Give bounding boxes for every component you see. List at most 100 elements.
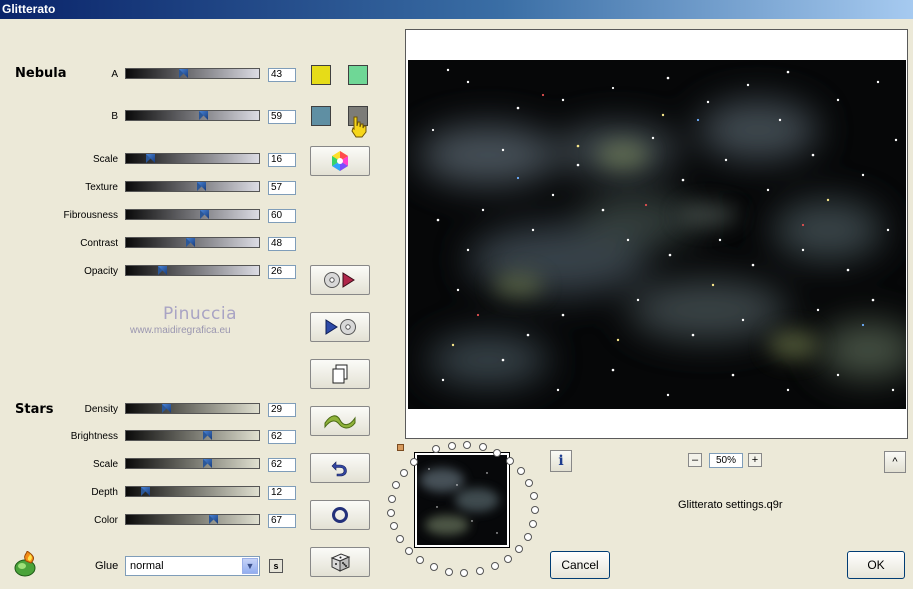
navigator-ring-dot [405,547,413,555]
caret-up-icon: ^ [892,456,898,468]
nebula-label: B [111,111,118,122]
nebula-value-input[interactable]: 57 [268,181,296,195]
save-preset-button[interactable] [310,312,370,342]
randomize-button[interactable] [310,406,370,436]
nebula-slider-thumb[interactable] [197,182,206,191]
navigator-ring-dot [479,443,487,451]
navigator-ring-dot [476,567,484,575]
glue-mode-value: normal [130,560,164,572]
navigator-ring-dot [432,445,440,453]
ok-button[interactable]: OK [847,551,905,579]
navigator-ring-dot [448,442,456,450]
stars-value-input[interactable]: 62 [268,458,296,472]
glue-mode-select[interactable]: normal ▼ [125,556,260,576]
navigator-thumbnail[interactable] [414,452,510,548]
stars-slider[interactable] [125,458,260,469]
nebula-label: A [111,69,118,80]
zoom-in-button[interactable]: + [748,453,762,467]
wave-icon [324,415,356,429]
stars-slider[interactable] [125,430,260,441]
stars-label: Scale [92,459,118,470]
nebula-slider-thumb[interactable] [199,111,208,120]
stars-slider-thumb[interactable] [203,431,212,440]
nebula-label: Opacity [84,266,118,277]
info-button[interactable]: i [550,450,572,472]
copy-settings-button[interactable] [310,359,370,389]
nebula-a-color2-swatch[interactable] [348,65,368,85]
info-icon: i [558,453,564,469]
window-title: Glitterato [2,2,56,16]
nebula-slider-thumb[interactable] [186,238,195,247]
nebula-slider[interactable] [125,68,260,79]
nebula-slider[interactable] [125,181,260,192]
nebula-slider-thumb[interactable] [200,210,209,219]
navigator-ring-dot [390,522,398,530]
ring-icon [332,507,348,523]
stars-value-input[interactable]: 62 [268,430,296,444]
stars-value-input[interactable]: 29 [268,403,296,417]
nebula-row: A 43 [0,68,300,82]
stars-slider[interactable] [125,403,260,414]
stars-slider-thumb[interactable] [209,515,218,524]
nebula-row: Fibrousness 60 [0,209,300,223]
dialog-client: Nebula A 43 B 59 Scale 16 Texture 57 Fibrousness… [0,19,913,589]
nebula-slider[interactable] [125,209,260,220]
zoom-level: 50% [709,453,743,468]
nebula-row: B 59 [0,110,300,124]
cancel-button[interactable]: Cancel [550,551,610,579]
navigator-ring-dot [387,509,395,517]
navigator-ring-dot [491,562,499,570]
navigator-ring-dot [416,556,424,564]
navigator-ring-dot [517,467,525,475]
nebula-value-input[interactable]: 59 [268,110,296,124]
reset-button[interactable] [310,500,370,530]
play-to-disc-icon [325,319,356,335]
navigator-ring-dot [460,569,468,577]
navigator-ring-dot [445,568,453,576]
chevron-down-icon[interactable]: ▼ [242,558,258,574]
nebula-slider[interactable] [125,153,260,164]
nebula-slider-thumb[interactable] [158,266,167,275]
stars-row: Depth 12 [0,486,300,500]
nebula-value-input[interactable]: 60 [268,209,296,223]
load-preset-button[interactable] [310,265,370,295]
navigator-handle[interactable] [397,444,404,451]
nebula-slider[interactable] [125,237,260,248]
preview-panel[interactable] [405,29,908,439]
nebula-a-color1-swatch[interactable] [311,65,331,85]
random-colors-button[interactable] [310,146,370,176]
watermark-url: www.maidiregrafica.eu [130,325,231,336]
navigator-ring-dot [506,457,514,465]
zoom-out-button[interactable]: – [688,453,702,467]
undo-button[interactable] [310,453,370,483]
navigator-ring-dot [430,563,438,571]
nebula-slider[interactable] [125,265,260,276]
nebula-slider-thumb[interactable] [179,69,188,78]
navigator-ring-dot [529,520,537,528]
collapse-preview-button[interactable]: ^ [884,451,906,473]
nebula-row: Contrast 48 [0,237,300,251]
nebula-value-input[interactable]: 26 [268,265,296,279]
nebula-value-input[interactable]: 43 [268,68,296,82]
stars-slider-thumb[interactable] [203,459,212,468]
navigator-ring-dot [515,545,523,553]
nebula-value-input[interactable]: 16 [268,153,296,167]
stars-slider[interactable] [125,486,260,497]
nebula-preview-image [408,60,906,409]
nebula-slider-thumb[interactable] [146,154,155,163]
nebula-label: Fibrousness [63,210,118,221]
glue-s-button[interactable]: s [269,559,283,573]
nebula-b-color1-swatch[interactable] [311,106,331,126]
stars-slider[interactable] [125,514,260,525]
stars-slider-thumb[interactable] [162,404,171,413]
nebula-label: Scale [92,154,118,165]
nebula-slider[interactable] [125,110,260,121]
nebula-value-input[interactable]: 48 [268,237,296,251]
stars-slider-thumb[interactable] [141,487,150,496]
navigator-ring-dot [525,479,533,487]
random-seed-button[interactable] [310,547,370,577]
stars-value-input[interactable]: 12 [268,486,296,500]
stars-value-input[interactable]: 67 [268,514,296,528]
nebula-row: Opacity 26 [0,265,300,279]
navigator-ring-dot [531,506,539,514]
